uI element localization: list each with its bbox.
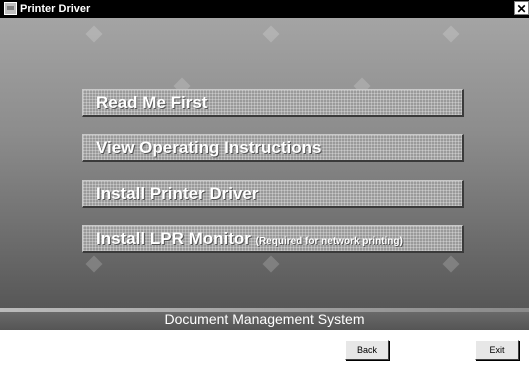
close-button[interactable]: ✕ bbox=[514, 1, 529, 16]
decorative-diamond bbox=[442, 25, 460, 43]
read-me-first-button[interactable]: Read Me First bbox=[82, 89, 464, 117]
footer-label: Document Management System bbox=[164, 311, 365, 327]
decorative-diamond bbox=[262, 25, 280, 43]
view-operating-instructions-label: View Operating Instructions bbox=[96, 138, 322, 157]
decorative-diamond bbox=[262, 255, 280, 273]
printer-driver-window: Printer Driver ✕ Read Me First View Oper… bbox=[0, 0, 529, 367]
back-button[interactable]: Back bbox=[345, 340, 389, 360]
footer-banner: Document Management System bbox=[0, 308, 529, 330]
menu-panel: Read Me First View Operating Instruction… bbox=[0, 18, 529, 308]
window-title: Printer Driver bbox=[20, 3, 91, 15]
decorative-diamond bbox=[85, 255, 103, 273]
install-printer-driver-label: Install Printer Driver bbox=[96, 184, 259, 203]
exit-button[interactable]: Exit bbox=[475, 340, 519, 360]
install-printer-driver-button[interactable]: Install Printer Driver bbox=[82, 180, 464, 208]
printer-icon bbox=[4, 2, 17, 15]
title-bar: Printer Driver ✕ bbox=[0, 0, 529, 18]
install-lpr-monitor-note: (Required for network printing) bbox=[255, 236, 403, 247]
install-lpr-monitor-button[interactable]: Install LPR Monitor (Required for networ… bbox=[82, 225, 464, 253]
read-me-first-label: Read Me First bbox=[96, 93, 208, 112]
install-lpr-monitor-label: Install LPR Monitor bbox=[96, 229, 251, 248]
view-operating-instructions-button[interactable]: View Operating Instructions bbox=[82, 134, 464, 162]
decorative-diamond bbox=[442, 255, 460, 273]
close-icon: ✕ bbox=[516, 2, 527, 16]
decorative-diamond bbox=[85, 25, 103, 43]
